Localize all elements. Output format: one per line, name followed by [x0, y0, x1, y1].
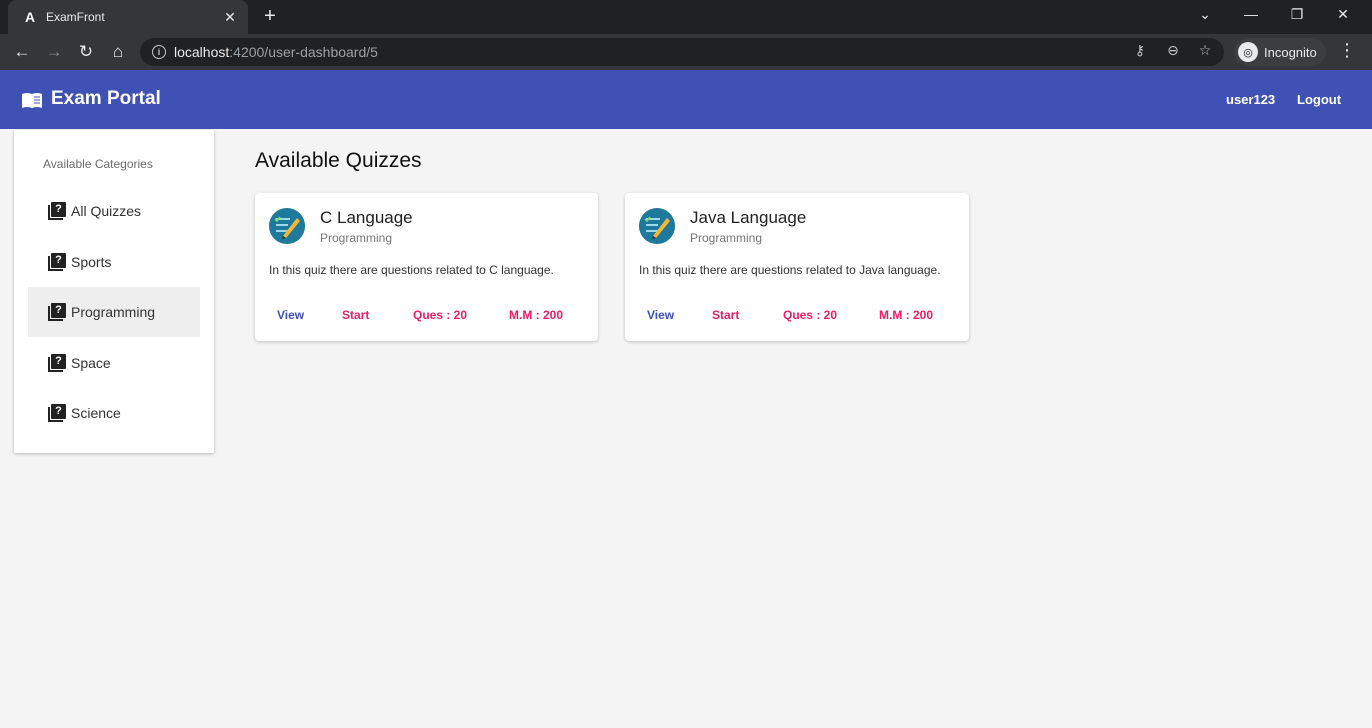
quiz-actions: View Start Ques : 20 M.M : 200	[255, 308, 598, 326]
close-tab-icon[interactable]: ✕	[222, 9, 238, 26]
browser-toolbar: ← → ↻ ⌂ i localhost :4200/user-dashboard…	[0, 34, 1372, 70]
sidebar-item-space[interactable]: ? Space	[28, 338, 200, 388]
zoom-icon[interactable]: ⊖	[1163, 42, 1183, 59]
minimize-icon[interactable]: —	[1239, 6, 1263, 22]
sidebar-item-label: Programming	[71, 304, 156, 320]
sidebar-item-label: Space	[71, 355, 111, 371]
url-path: :4200/user-dashboard/5	[229, 44, 378, 60]
site-info-icon[interactable]: i	[152, 45, 166, 59]
new-tab-button[interactable]: +	[258, 6, 282, 28]
browser-menu-icon[interactable]: ⋮	[1338, 40, 1356, 61]
quiz-icon: ?	[48, 253, 66, 271]
incognito-icon: ◎	[1238, 42, 1258, 62]
questions-count: Ques : 20	[783, 308, 838, 322]
quiz-icon: ?	[48, 303, 66, 321]
quiz-category: Programming	[690, 231, 763, 245]
quiz-description: In this quiz there are questions related…	[639, 263, 941, 277]
category-sidebar: Available Categories ? All Quizzes ? Spo…	[14, 130, 214, 453]
incognito-label: Incognito	[1264, 44, 1317, 60]
incognito-badge[interactable]: ◎ Incognito	[1234, 38, 1326, 66]
app-navbar: Exam Portal user123 Logout	[0, 70, 1372, 129]
browser-tab-bar: A ExamFront ✕ + ⌄ — ❐ ✕	[0, 0, 1372, 34]
quiz-card: Java Language Programming In this quiz t…	[625, 193, 969, 341]
quiz-title: Java Language	[690, 208, 807, 227]
quiz-description: In this quiz there are questions related…	[269, 263, 554, 277]
quiz-title: C Language	[320, 208, 413, 227]
quiz-category: Programming	[320, 231, 393, 245]
address-bar[interactable]: i localhost :4200/user-dashboard/5 ⚷ ⊖ ☆	[140, 38, 1224, 66]
browser-tab[interactable]: A ExamFront ✕	[8, 0, 248, 34]
page-title: Available Quizzes	[255, 149, 422, 172]
tab-title: ExamFront	[46, 10, 105, 24]
quiz-icon: ?	[48, 354, 66, 372]
sidebar-item-sports[interactable]: ? Sports	[28, 237, 200, 287]
quiz-icon: ?	[48, 202, 66, 220]
sidebar-item-label: Science	[71, 405, 121, 421]
book-icon	[22, 93, 42, 108]
start-button[interactable]: Start	[712, 308, 739, 322]
sidebar-item-all-quizzes[interactable]: ? All Quizzes	[28, 186, 200, 236]
start-button[interactable]: Start	[342, 308, 369, 322]
forward-icon[interactable]: →	[42, 40, 66, 64]
username-link[interactable]: user123	[1226, 92, 1275, 107]
quiz-actions: View Start Ques : 20 M.M : 200	[625, 308, 968, 326]
url-host: localhost	[174, 44, 230, 60]
view-button[interactable]: View	[277, 308, 304, 322]
bookmark-star-icon[interactable]: ☆	[1195, 42, 1215, 59]
reload-icon[interactable]: ↻	[74, 40, 98, 64]
view-button[interactable]: View	[647, 308, 674, 322]
restore-icon[interactable]: ❐	[1285, 6, 1309, 23]
home-icon[interactable]: ⌂	[106, 40, 130, 64]
sidebar-heading: Available Categories	[43, 157, 153, 171]
questions-count: Ques : 20	[413, 308, 468, 322]
logout-button[interactable]: Logout	[1297, 92, 1341, 107]
brand-title[interactable]: Exam Portal	[51, 88, 161, 110]
sidebar-item-label: Sports	[71, 254, 112, 270]
angular-icon: A	[24, 9, 36, 25]
sidebar-item-programming[interactable]: ? Programming	[28, 287, 200, 337]
quiz-avatar-icon	[269, 208, 305, 244]
quiz-avatar-icon	[639, 208, 675, 244]
tab-search-icon[interactable]: ⌄	[1193, 6, 1217, 23]
quiz-card: C Language Programming In this quiz ther…	[255, 193, 598, 341]
sidebar-item-science[interactable]: ? Science	[28, 388, 200, 438]
max-marks: M.M : 200	[879, 308, 934, 322]
sidebar-item-label: All Quizzes	[71, 203, 142, 219]
quiz-icon: ?	[48, 404, 66, 422]
close-window-icon[interactable]: ✕	[1331, 6, 1355, 23]
back-icon[interactable]: ←	[10, 40, 34, 64]
max-marks: M.M : 200	[509, 308, 564, 322]
key-icon[interactable]: ⚷	[1130, 42, 1150, 59]
